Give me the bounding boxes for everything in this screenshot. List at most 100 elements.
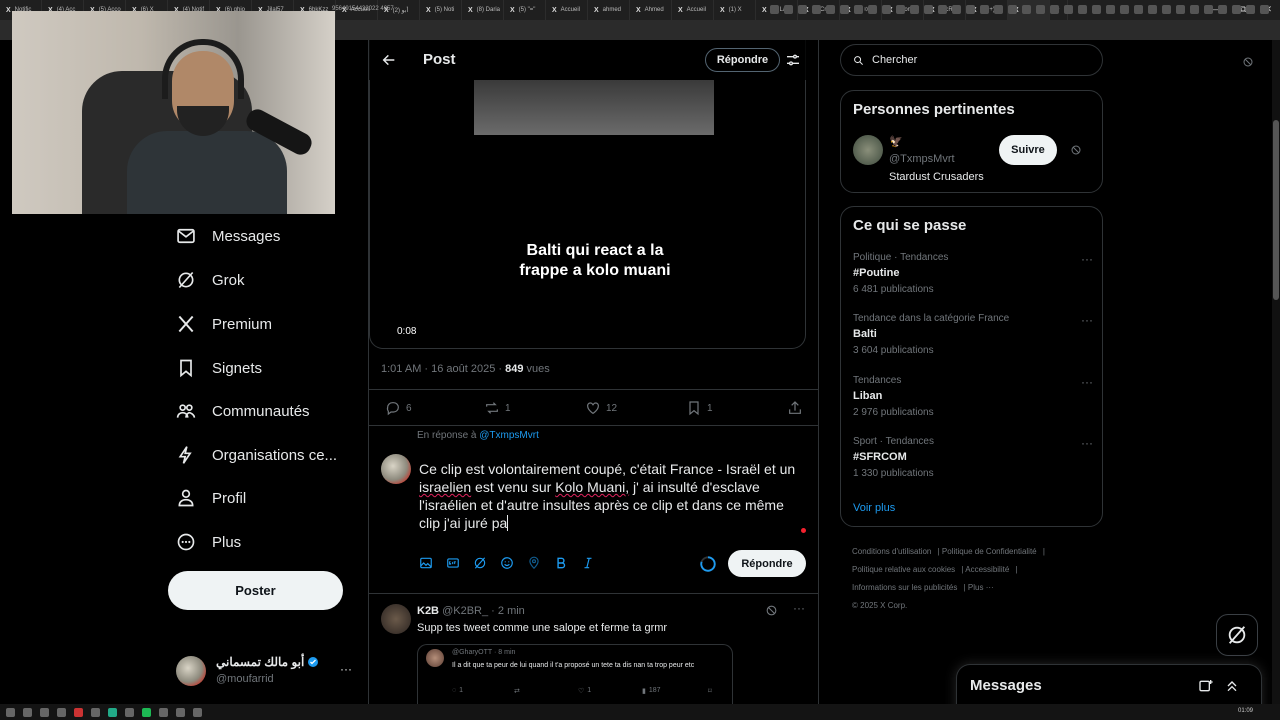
browser-tab[interactable]: X (1) X	[714, 0, 756, 20]
footer-link[interactable]: Accessibilité	[965, 565, 1009, 574]
folder-icon[interactable]	[57, 707, 66, 717]
app-icon[interactable]	[193, 707, 202, 717]
reply-action[interactable]: 6	[385, 400, 412, 416]
extension-icon[interactable]	[882, 5, 891, 14]
url-text[interactable]: 95649154433022 4057	[332, 6, 394, 12]
nav-more[interactable]: Plus	[176, 532, 241, 552]
replying-to-handle[interactable]: @TxmpsMvrt	[479, 430, 539, 441]
emoji-icon[interactable]	[500, 556, 514, 570]
nav-communities[interactable]: Communautés	[176, 401, 310, 421]
extension-icon[interactable]	[1246, 5, 1255, 14]
italic-icon[interactable]	[581, 556, 595, 570]
gif-icon[interactable]	[446, 556, 460, 570]
extension-icon[interactable]	[952, 5, 961, 14]
extension-icon[interactable]	[1078, 5, 1087, 14]
extension-icon[interactable]	[1218, 5, 1227, 14]
nav-grok[interactable]: Grok	[176, 270, 245, 290]
extension-icon[interactable]	[1134, 5, 1143, 14]
block-icon[interactable]	[1242, 56, 1254, 68]
extension-icon[interactable]	[938, 5, 947, 14]
reply-composer-input[interactable]: Ce clip est volontairement coupé, c'étai…	[419, 460, 804, 532]
browser-tab[interactable]: X Accueil	[672, 0, 714, 20]
app-icon[interactable]	[176, 707, 185, 717]
extension-icon[interactable]	[1106, 5, 1115, 14]
extension-icon[interactable]	[910, 5, 919, 14]
extension-icon[interactable]	[868, 5, 877, 14]
extension-icon[interactable]	[896, 5, 905, 14]
taskview-icon[interactable]	[40, 707, 49, 717]
extension-icon[interactable]	[1204, 5, 1213, 14]
browser-tab[interactable]: X Accueil	[546, 0, 588, 20]
chevron-up-icon[interactable]	[1224, 678, 1240, 694]
extension-icon[interactable]	[966, 5, 975, 14]
extension-icon[interactable]	[1008, 5, 1017, 14]
account-switcher[interactable]: أبو مالك تمسماني @moufarrid ···	[176, 654, 356, 688]
extension-icon[interactable]	[840, 5, 849, 14]
footer-link[interactable]: Plus ···	[968, 583, 994, 592]
account-more-icon[interactable]: ···	[340, 662, 352, 676]
extension-icon[interactable]	[1022, 5, 1031, 14]
nav-premium[interactable]: Premium	[176, 314, 272, 334]
extension-icon[interactable]	[784, 5, 793, 14]
bold-icon[interactable]	[554, 556, 568, 570]
footer-link[interactable]: Conditions d'utilisation	[852, 547, 931, 556]
avatar[interactable]	[853, 135, 883, 165]
reply-tweet[interactable]: K2B @K2BR_ · 2 min ··· Supp tes tweet co…	[369, 594, 818, 720]
footer-link[interactable]: Politique relative aux cookies	[852, 565, 955, 574]
grok-icon[interactable]	[473, 556, 487, 570]
location-icon[interactable]	[527, 556, 541, 570]
extension-icon[interactable]	[1050, 5, 1059, 14]
bookmark-action[interactable]: 1	[686, 400, 713, 416]
trend-more-icon[interactable]: ···	[1081, 252, 1093, 266]
extension-icon[interactable]	[812, 5, 821, 14]
browser-icon[interactable]	[74, 707, 83, 717]
extension-icon[interactable]	[1036, 5, 1045, 14]
extension-icon[interactable]	[1064, 5, 1073, 14]
spotify-icon[interactable]	[142, 707, 151, 717]
quoted-reply-action[interactable]: ◌ 1	[452, 687, 463, 694]
extension-icon[interactable]	[994, 5, 1003, 14]
quoted-like-action[interactable]: ♡ 1	[578, 687, 591, 695]
person-handle[interactable]: @TxmpsMvrt	[889, 153, 955, 165]
poster-button[interactable]: Poster	[168, 571, 343, 610]
reply-author-name[interactable]: K2B	[417, 605, 439, 617]
like-action[interactable]: 12	[585, 400, 617, 416]
extension-icon[interactable]	[1162, 5, 1171, 14]
trend-more-icon[interactable]: ···	[1081, 313, 1093, 327]
extension-icon[interactable]	[1176, 5, 1185, 14]
extension-icon[interactable]	[1232, 5, 1241, 14]
footer-link[interactable]: Informations sur les publicités	[852, 583, 957, 592]
app-icon[interactable]	[91, 707, 100, 717]
nav-messages[interactable]: Messages	[176, 226, 280, 246]
browser-tab[interactable]: Xahmed	[588, 0, 630, 20]
extension-icon[interactable]	[924, 5, 933, 14]
whatsapp-icon[interactable]	[108, 707, 117, 717]
footer-link[interactable]: Politique de Confidentialité	[942, 547, 1037, 556]
app-icon[interactable]	[125, 707, 134, 717]
trend-more-icon[interactable]: ···	[1081, 375, 1093, 389]
search-input[interactable]: Chercher	[840, 44, 1103, 76]
extension-icon[interactable]	[980, 5, 989, 14]
extension-icon[interactable]	[770, 5, 779, 14]
bookmark-icon[interactable]: ⌑	[708, 687, 712, 695]
trend-more-icon[interactable]: ···	[1081, 436, 1093, 450]
new-message-icon[interactable]	[1198, 678, 1214, 694]
header-reply-button[interactable]: Répondre	[705, 48, 780, 72]
show-more-link[interactable]: Voir plus	[853, 502, 895, 514]
extension-icon[interactable]	[1120, 5, 1129, 14]
repost-action[interactable]: 1	[484, 400, 511, 416]
extension-icon[interactable]	[1148, 5, 1157, 14]
nav-profile[interactable]: Profil	[176, 488, 246, 508]
sliders-icon[interactable]	[785, 52, 801, 68]
nav-organizations[interactable]: Organisations ce...	[176, 445, 337, 465]
extension-icon[interactable]	[798, 5, 807, 14]
extension-icon[interactable]	[826, 5, 835, 14]
back-arrow-icon[interactable]	[381, 52, 397, 68]
follow-button[interactable]: Suivre	[999, 135, 1057, 165]
search-icon[interactable]	[23, 707, 32, 717]
scrollbar-thumb[interactable]	[1273, 120, 1279, 300]
trend-item[interactable]: Politique · Tendances #Poutine 6 481 pub…	[853, 252, 1093, 295]
browser-tab[interactable]: X (5) Noti	[420, 0, 462, 20]
app-icon[interactable]	[159, 707, 168, 717]
grok-floating-button[interactable]	[1216, 614, 1258, 656]
